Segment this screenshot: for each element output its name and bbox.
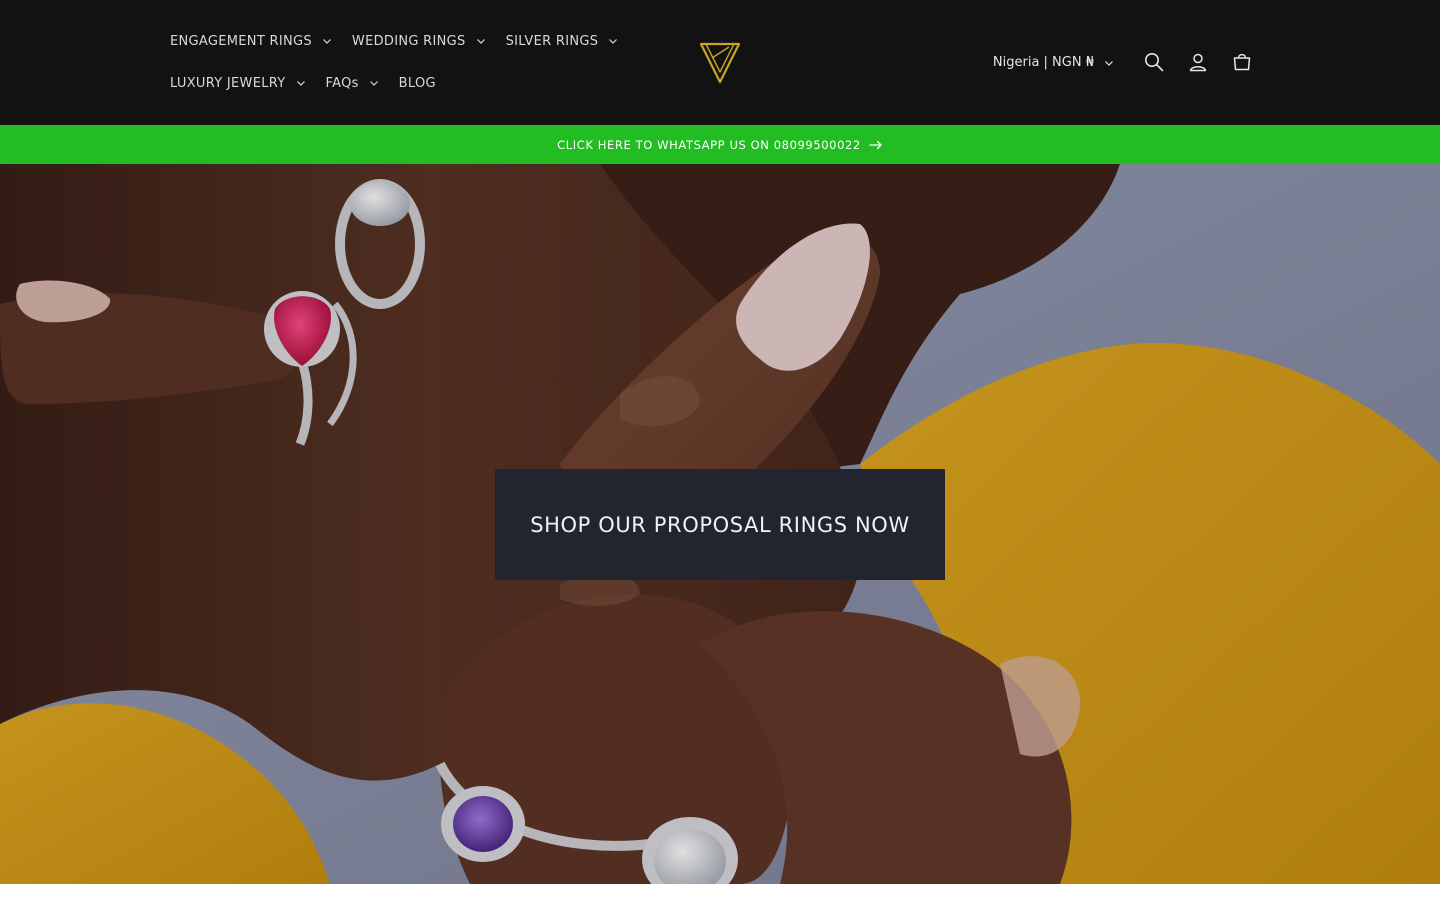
- nav-row-2: LUXURY JEWELRY FAQs BLOG: [170, 62, 640, 104]
- country-currency-selector[interactable]: Nigeria | NGN ₦: [993, 55, 1114, 70]
- nav-item-silver-rings[interactable]: SILVER RINGS: [506, 34, 619, 49]
- header-tools: Nigeria | NGN ₦: [993, 40, 1264, 84]
- nav-item-label: FAQs: [325, 75, 359, 91]
- nav-item-wedding-rings[interactable]: WEDDING RINGS: [352, 34, 486, 49]
- whatsapp-announcement-bar[interactable]: CLICK HERE TO WHATSAPP US ON 08099500022: [0, 125, 1440, 164]
- nav-item-label: SILVER RINGS: [505, 33, 599, 49]
- nav-item-engagement-rings[interactable]: ENGAGEMENT RINGS: [170, 34, 332, 49]
- account-icon[interactable]: [1176, 40, 1220, 84]
- main-navigation: ENGAGEMENT RINGS WEDDING RINGS SILVER RI…: [170, 20, 640, 104]
- shop-proposal-rings-button[interactable]: SHOP OUR PROPOSAL RINGS NOW: [495, 469, 945, 580]
- site-header: ENGAGEMENT RINGS WEDDING RINGS SILVER RI…: [0, 0, 1440, 125]
- arrow-right-icon: [869, 140, 883, 150]
- chevron-down-icon: [322, 36, 332, 46]
- nav-item-luxury-jewelry[interactable]: LUXURY JEWELRY: [170, 76, 306, 91]
- hero-banner: SHOP OUR PROPOSAL RINGS NOW: [0, 164, 1440, 884]
- nav-item-blog[interactable]: BLOG: [399, 76, 436, 91]
- chevron-down-icon: [608, 36, 618, 46]
- nav-item-label: WEDDING RINGS: [351, 33, 466, 49]
- nav-row-1: ENGAGEMENT RINGS WEDDING RINGS SILVER RI…: [170, 20, 640, 62]
- announcement-text: CLICK HERE TO WHATSAPP US ON 08099500022: [557, 137, 861, 152]
- nav-item-faqs[interactable]: FAQs: [326, 76, 379, 91]
- nav-item-label: LUXURY JEWELRY: [170, 75, 286, 91]
- chevron-down-icon: [476, 36, 486, 46]
- nav-item-label: BLOG: [398, 75, 436, 91]
- cart-icon[interactable]: [1220, 40, 1264, 84]
- diamond-logo-icon[interactable]: [696, 38, 744, 86]
- locale-label: Nigeria | NGN ₦: [992, 54, 1094, 70]
- chevron-down-icon: [369, 78, 379, 88]
- cta-label: SHOP OUR PROPOSAL RINGS NOW: [530, 512, 910, 537]
- chevron-down-icon: [296, 78, 306, 88]
- nav-item-label: ENGAGEMENT RINGS: [170, 33, 312, 49]
- search-icon[interactable]: [1132, 40, 1176, 84]
- chevron-down-icon: [1104, 57, 1114, 67]
